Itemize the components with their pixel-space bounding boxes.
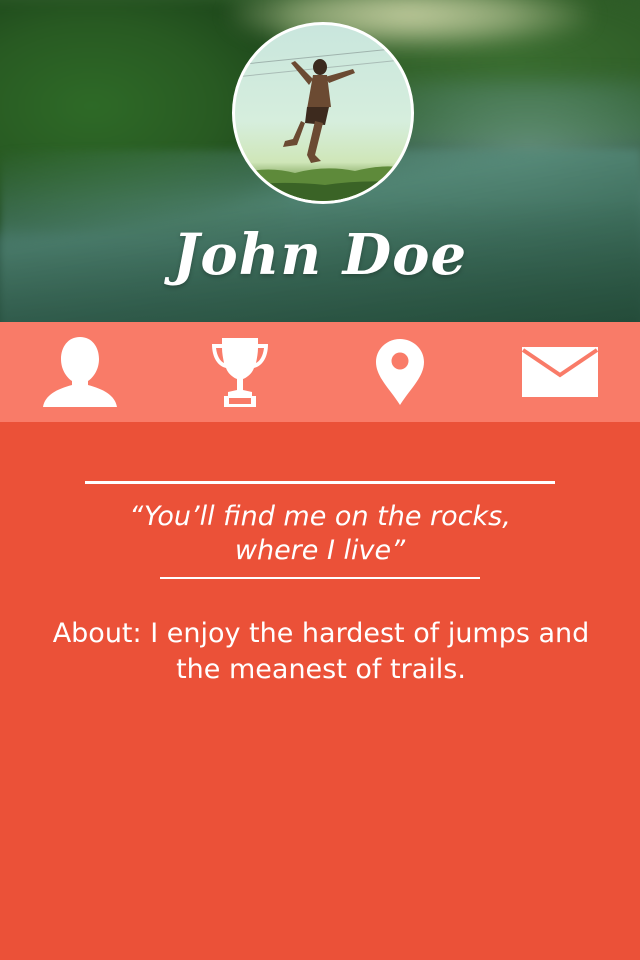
avatar[interactable] bbox=[232, 22, 414, 204]
message-tab[interactable] bbox=[480, 322, 640, 422]
profile-content: “You’ll find me on the rocks, where I li… bbox=[0, 422, 640, 960]
avatar-photo bbox=[235, 46, 411, 201]
trophy-icon bbox=[212, 338, 268, 407]
about-text: About: I enjoy the hardest of jumps and … bbox=[52, 618, 590, 685]
achievements-tab[interactable] bbox=[160, 322, 320, 422]
location-tab[interactable] bbox=[320, 322, 480, 422]
divider bbox=[160, 577, 480, 579]
profile-tab[interactable] bbox=[0, 322, 160, 422]
map-pin-icon bbox=[376, 339, 424, 405]
quote-line: “You’ll find me on the rocks, bbox=[129, 501, 511, 532]
profile-icon-bar bbox=[0, 322, 640, 422]
profile-header: John Doe bbox=[0, 0, 640, 322]
profile-quote: “You’ll find me on the rocks, where I li… bbox=[0, 500, 640, 568]
divider bbox=[85, 481, 555, 484]
envelope-icon bbox=[521, 347, 599, 397]
user-icon bbox=[43, 337, 117, 407]
profile-name: John Doe bbox=[172, 222, 468, 288]
quote-line: where I live” bbox=[234, 535, 406, 566]
